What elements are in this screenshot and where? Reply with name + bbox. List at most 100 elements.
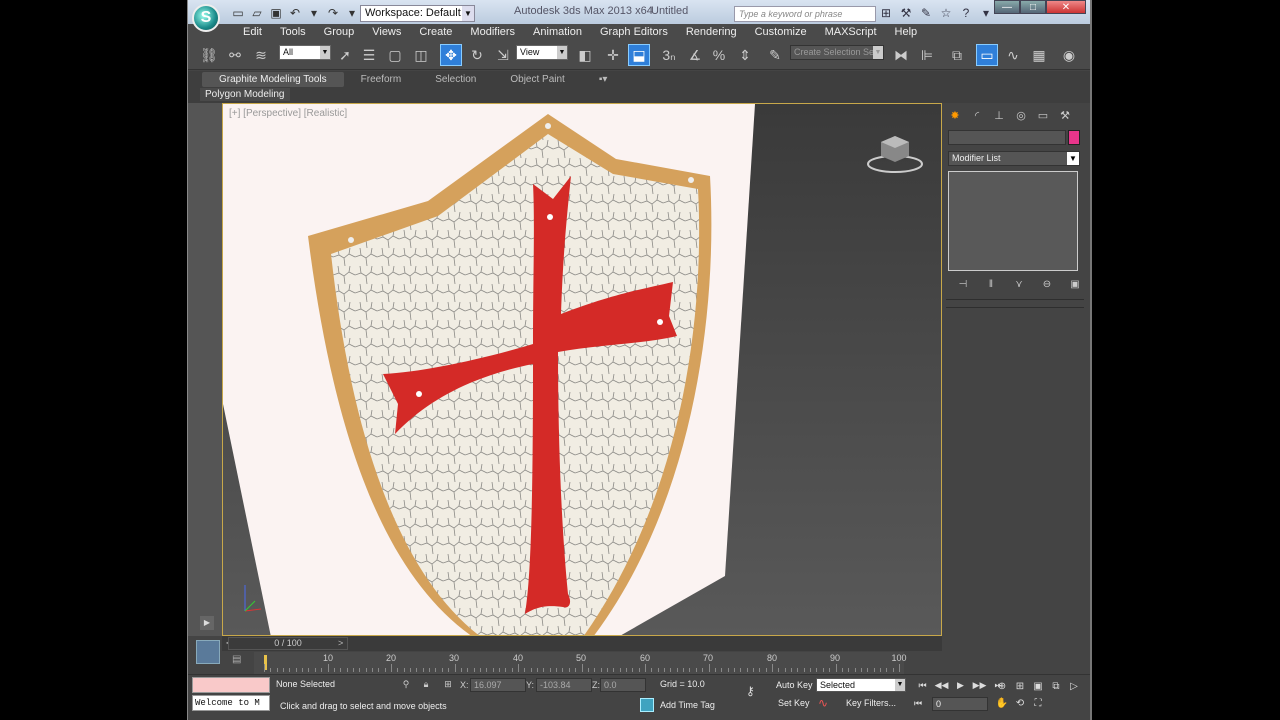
make-unique-icon[interactable]: ⋎ — [1008, 277, 1030, 291]
object-color-swatch[interactable] — [1068, 130, 1080, 145]
go-to-start-icon[interactable]: ⏮ — [914, 679, 931, 692]
save-file-icon[interactable]: ▣ — [268, 5, 284, 21]
menu-edit[interactable]: Edit — [234, 24, 271, 40]
reference-coordinate-dropdown[interactable]: View ▼ — [516, 45, 568, 60]
key-filters-button[interactable]: Key Filters... — [846, 698, 896, 708]
maxscript-listener-output[interactable] — [192, 677, 270, 693]
motion-tab-icon[interactable]: ◎ — [1012, 107, 1030, 123]
align-icon[interactable]: ⊫ — [916, 44, 938, 66]
tab-freeform[interactable]: Freeform — [344, 72, 419, 87]
binoculars-icon[interactable]: ⊞ — [878, 5, 894, 21]
select-object-icon[interactable]: ➚ — [334, 44, 356, 66]
next-frame-icon[interactable]: ▶▶ — [971, 679, 988, 692]
ribbon-panel-polygon-modeling[interactable]: Polygon Modeling — [200, 88, 290, 101]
tab-selection[interactable]: Selection — [418, 72, 493, 87]
menu-group[interactable]: Group — [315, 24, 364, 40]
absolute-mode-icon[interactable]: ⊞ — [442, 679, 454, 691]
zoom-icon[interactable]: ⊕ — [994, 679, 1010, 694]
material-editor-icon[interactable]: ◉ — [1058, 44, 1080, 66]
time-slider-next-icon[interactable]: > — [338, 638, 343, 648]
close-button[interactable]: ✕ — [1046, 0, 1086, 14]
percent-snap-icon[interactable]: % — [708, 44, 730, 66]
select-and-rotate-icon[interactable]: ↻ — [466, 44, 488, 66]
create-tab-icon[interactable]: ✸ — [946, 107, 964, 123]
menu-animation[interactable]: Animation — [524, 24, 591, 40]
zoom-all-icon[interactable]: ⊞ — [1012, 679, 1028, 694]
modifier-list-dropdown[interactable]: Modifier List ▼ — [948, 151, 1080, 166]
track-bar[interactable]: 10 20 30 40 50 60 70 80 90 100 — [254, 652, 907, 674]
display-tab-icon[interactable]: ▭ — [1034, 107, 1052, 123]
play-icon[interactable]: ▶ — [952, 679, 969, 692]
x-coordinate-field[interactable]: 16.097 — [470, 678, 526, 692]
utilities-tab-icon[interactable]: ⚒ — [1056, 107, 1074, 123]
select-and-move-icon[interactable]: ✥ — [440, 44, 462, 66]
key-mode-dropdown[interactable]: Selected ▼ — [816, 678, 906, 692]
menu-graph-editors[interactable]: Graph Editors — [591, 24, 677, 40]
set-key-button[interactable]: Set Key — [778, 698, 810, 708]
key-mode-toggle-icon[interactable]: ⏮ — [914, 698, 922, 709]
default-tangent-icon[interactable]: ∿ — [818, 696, 828, 710]
edit-named-selection-icon[interactable]: ✎ — [764, 44, 786, 66]
select-by-name-icon[interactable]: ☰ — [358, 44, 380, 66]
field-of-view-icon[interactable]: ▷ — [1066, 679, 1082, 694]
remove-modifier-icon[interactable]: ⊖ — [1036, 277, 1058, 291]
mini-curve-editor-icon[interactable] — [196, 640, 220, 664]
auto-key-button[interactable]: Auto Key — [776, 680, 813, 690]
pivot-point-icon[interactable]: ◧ — [574, 44, 596, 66]
open-mini-curve-icon[interactable]: ▤ — [232, 654, 246, 668]
menu-views[interactable]: Views — [363, 24, 410, 40]
modifier-stack[interactable] — [948, 171, 1078, 271]
pin-stack-icon[interactable]: ⊣ — [952, 277, 974, 291]
graphite-toggle-icon[interactable]: ▭ — [976, 44, 998, 66]
perspective-viewport[interactable]: [+] [Perspective] [Realistic] — [222, 103, 942, 636]
mirror-icon[interactable]: ⧓ — [890, 44, 912, 66]
keyboard-shortcut-override-icon[interactable]: ⬓ — [628, 44, 650, 66]
zoom-extents-all-icon[interactable]: ⧉ — [1048, 679, 1064, 694]
maximize-button[interactable]: □ — [1020, 0, 1046, 14]
minimize-button[interactable]: — — [994, 0, 1020, 14]
zoom-extents-icon[interactable]: ▣ — [1030, 679, 1046, 694]
menu-customize[interactable]: Customize — [746, 24, 816, 40]
app-menu-button[interactable]: S — [192, 4, 220, 32]
menu-help[interactable]: Help — [886, 24, 927, 40]
menu-create[interactable]: Create — [410, 24, 461, 40]
snaps-toggle-icon[interactable]: 3ₙ — [658, 44, 680, 66]
bind-space-warp-icon[interactable]: ≋ — [250, 44, 272, 66]
spinner-snap-icon[interactable]: ⇕ — [734, 44, 756, 66]
object-name-field[interactable] — [948, 130, 1066, 145]
show-end-result-icon[interactable]: ‖ — [980, 277, 1002, 291]
add-time-tag[interactable]: Add Time Tag — [660, 700, 715, 710]
ribbon-options-icon[interactable]: ▪▾ — [582, 72, 625, 87]
shield-model[interactable] — [223, 104, 942, 636]
undo-dropdown-icon[interactable]: ▾ — [306, 5, 322, 21]
z-coordinate-field[interactable]: 0.0 — [600, 678, 646, 692]
communication-icon[interactable]: ✎ — [918, 5, 934, 21]
rectangular-selection-icon[interactable]: ▢ — [384, 44, 406, 66]
orbit-icon[interactable]: ⟲ — [1012, 696, 1028, 711]
help-dropdown-icon[interactable]: ▾ — [978, 5, 994, 21]
menu-maxscript[interactable]: MAXScript — [816, 24, 886, 40]
menu-tools[interactable]: Tools — [271, 24, 315, 40]
link-icon[interactable]: ⛓ — [198, 44, 220, 66]
select-manipulate-icon[interactable]: ✛ — [602, 44, 624, 66]
y-coordinate-field[interactable]: -103.84 — [536, 678, 592, 692]
maxscript-listener-input[interactable]: Welcome to M — [192, 695, 270, 711]
new-file-icon[interactable]: ▭ — [230, 5, 246, 21]
layer-manager-icon[interactable]: ⧉ — [946, 44, 968, 66]
undo-icon[interactable]: ↶ — [287, 5, 303, 21]
viewport-label[interactable]: [+] [Perspective] [Realistic] — [229, 108, 347, 119]
current-frame-field[interactable]: 0 — [932, 697, 988, 711]
maximize-viewport-icon[interactable]: ⛶ — [1030, 696, 1046, 711]
configure-modifier-sets-icon[interactable]: ▣ — [1064, 277, 1086, 291]
curve-editor-icon[interactable]: ∿ — [1002, 44, 1024, 66]
selection-filter-dropdown[interactable]: All ▼ — [279, 45, 331, 60]
subscription-icon[interactable]: ⚒ — [898, 5, 914, 21]
previous-frame-icon[interactable]: ◀◀ — [933, 679, 950, 692]
modify-tab-icon[interactable]: ◜ — [968, 107, 986, 123]
isolate-selection-icon[interactable]: ⚲ — [400, 679, 412, 691]
select-and-scale-icon[interactable]: ⇲ — [492, 44, 514, 66]
search-input[interactable]: Type a keyword or phrase — [734, 6, 876, 22]
help-icon[interactable]: ? — [958, 5, 974, 21]
menu-rendering[interactable]: Rendering — [677, 24, 746, 40]
redo-icon[interactable]: ↷ — [325, 5, 341, 21]
